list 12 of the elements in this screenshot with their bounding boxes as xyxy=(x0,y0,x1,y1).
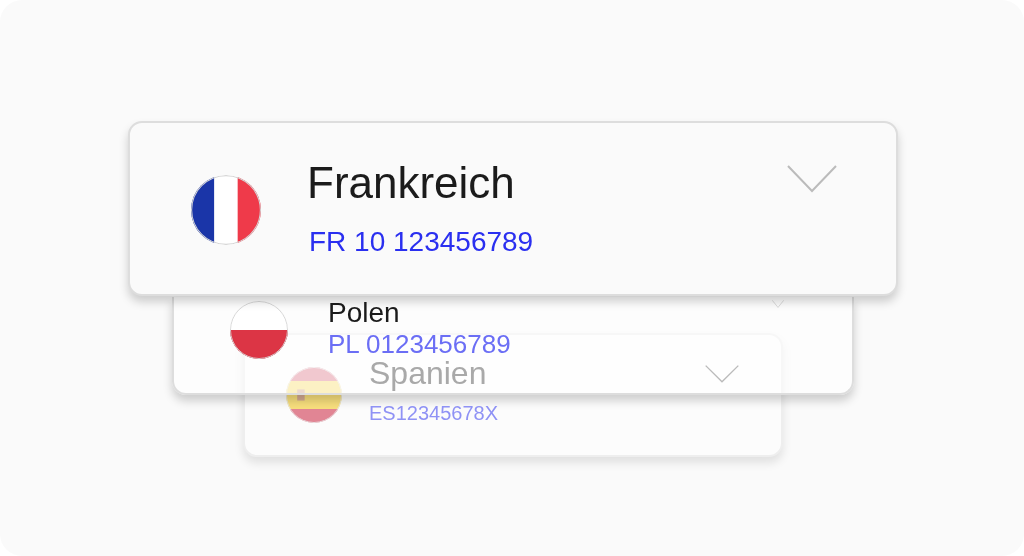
vat-number: PL 0123456789 xyxy=(328,331,511,357)
chevron-down-icon[interactable] xyxy=(772,300,784,308)
country-name: Spanien xyxy=(369,357,487,389)
vat-number: FR 10 123456789 xyxy=(309,228,534,256)
flag-icon xyxy=(230,301,288,359)
vat-number: ES12345678X xyxy=(369,403,498,423)
chevron-down-icon[interactable] xyxy=(787,165,837,193)
country-name: Frankreich xyxy=(307,161,515,205)
country-name: Polen xyxy=(328,299,400,327)
country-card[interactable]: Frankreich FR 10 123456789 xyxy=(128,121,898,296)
chevron-down-icon[interactable] xyxy=(705,365,739,383)
flag-icon xyxy=(191,175,261,245)
